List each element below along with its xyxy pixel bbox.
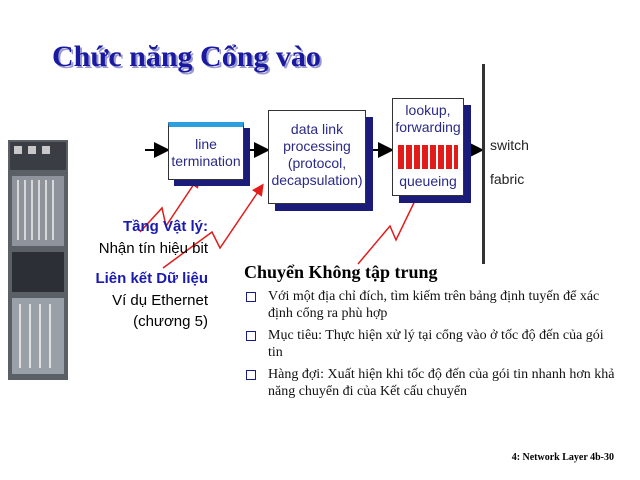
- list-item: Mục tiêu: Thực hiện xử lý tại cổng vào ở…: [246, 327, 621, 361]
- queueing-label: queueing: [399, 173, 457, 189]
- bullet-text: Mục tiêu: Thực hiện xử lý tại cổng vào ở…: [268, 328, 604, 360]
- lookup-forwarding-label: lookup, forwarding: [395, 102, 461, 135]
- receive-bits-label: Nhận tín hiệu bit: [98, 240, 208, 257]
- line-termination-label: line termination: [171, 136, 241, 169]
- data-link-label: Liên kết Dữ liệu: [95, 270, 208, 287]
- list-item: Với một địa chỉ đích, tìm kiếm trên bảng…: [246, 288, 621, 322]
- square-bullet-icon: [246, 292, 256, 302]
- slide-footer: 4: Network Layer 4b-30: [511, 452, 614, 463]
- square-bullet-icon: [246, 331, 256, 341]
- switch-fabric-line: [482, 64, 485, 264]
- queue-bars: [398, 145, 458, 169]
- chapter-label: (chương 5): [133, 313, 208, 330]
- ethernet-example-label: Ví dụ Ethernet: [112, 292, 208, 309]
- section-heading: Chuyển Không tập trung: [244, 262, 438, 282]
- data-link-processing-label: data link processing (protocol, decapsul…: [271, 121, 363, 188]
- line-termination-box: line termination: [168, 122, 244, 180]
- bullet-text: Với một địa chỉ đích, tìm kiếm trên bảng…: [268, 289, 600, 321]
- square-bullet-icon: [246, 370, 256, 380]
- data-link-processing-box: data link processing (protocol, decapsul…: [268, 110, 366, 204]
- list-item: Hàng đợi: Xuất hiện khi tốc độ đến của g…: [246, 366, 621, 400]
- physical-layer-label: Tầng Vật lý:: [122, 218, 208, 235]
- bullet-text: Hàng đợi: Xuất hiện khi tốc độ đến của g…: [268, 367, 615, 399]
- bullet-list: Với một địa chỉ đích, tìm kiếm trên bảng…: [246, 288, 621, 405]
- diagram-arrows: [139, 142, 484, 269]
- switch-fabric-label: switch fabric: [490, 137, 529, 187]
